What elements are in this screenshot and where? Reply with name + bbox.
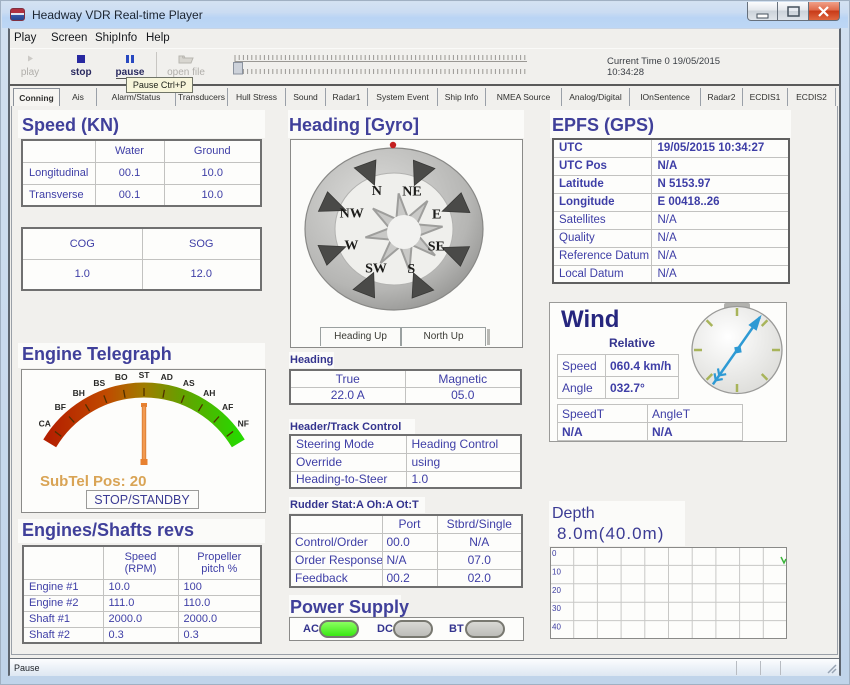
svg-text:SubTel Pos: 20: SubTel Pos: 20	[40, 473, 146, 490]
svg-text:NF: NF	[238, 418, 249, 428]
svg-text:ST: ST	[139, 370, 151, 380]
svg-text:NW: NW	[340, 207, 364, 222]
svg-text:BS: BS	[93, 378, 105, 388]
svg-text:W: W	[344, 239, 358, 254]
svg-text:20: 20	[552, 586, 561, 595]
svg-text:CA: CA	[39, 418, 51, 428]
svg-text:BO: BO	[115, 372, 128, 382]
svg-text:NE: NE	[402, 184, 421, 199]
svg-text:SW: SW	[365, 262, 387, 277]
svg-text:N: N	[372, 184, 382, 199]
svg-text:40: 40	[552, 623, 561, 632]
svg-text:AH: AH	[203, 388, 215, 398]
svg-text:E: E	[432, 207, 441, 222]
svg-text:STOP/STANDBY: STOP/STANDBY	[94, 493, 190, 507]
svg-text:BH: BH	[73, 388, 85, 398]
svg-text:S: S	[407, 262, 415, 277]
svg-text:30: 30	[552, 604, 561, 613]
svg-text:AD: AD	[161, 372, 173, 382]
svg-text:AS: AS	[183, 378, 195, 388]
svg-text:AF: AF	[222, 402, 233, 412]
svg-text:10: 10	[552, 567, 561, 576]
svg-text:SE: SE	[428, 239, 445, 254]
svg-text:0: 0	[552, 549, 557, 558]
svg-text:BF: BF	[55, 402, 66, 412]
